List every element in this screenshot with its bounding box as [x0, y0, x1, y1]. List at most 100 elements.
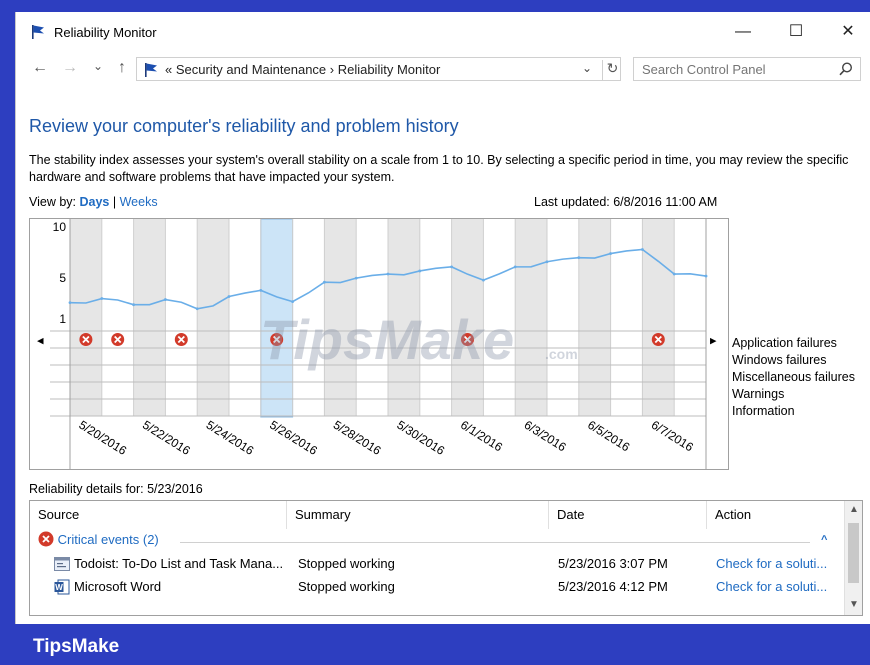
search-icon[interactable] [838, 61, 854, 77]
breadcrumb[interactable]: « Security and Maintenance › Reliability… [165, 62, 440, 77]
back-button[interactable]: ← [30, 59, 50, 77]
chart-column [229, 219, 261, 416]
search-input[interactable] [634, 58, 834, 80]
refresh-button[interactable]: ↻ [602, 60, 622, 80]
scroll-left-arrow[interactable]: ◂ [37, 334, 44, 349]
details-table: Source Summary Date Action Critical even… [29, 500, 863, 616]
flag-icon [145, 63, 157, 77]
date-tick-label: 5/28/2016 [331, 418, 384, 458]
recent-locations-button[interactable]: ⌄ [88, 59, 108, 73]
date-tick-label: 6/7/2016 [649, 418, 696, 455]
window-title: Reliability Monitor [54, 25, 157, 40]
chevron-down-icon[interactable]: ⌄ [582, 61, 592, 75]
search-box [633, 57, 861, 81]
date-tick-label: 5/26/2016 [267, 418, 320, 458]
chart-column [547, 219, 579, 416]
column-header-date[interactable]: Date [549, 501, 707, 529]
date-tick-label: 5/24/2016 [204, 418, 257, 458]
stability-point [259, 288, 263, 292]
column-header-action[interactable]: Action [707, 501, 844, 529]
category-label: Windows failures [732, 353, 827, 367]
date-tick-label: 6/5/2016 [585, 418, 632, 455]
close-button[interactable]: ✕ [833, 20, 863, 44]
chart-column [197, 219, 229, 416]
stability-point [68, 301, 72, 305]
address-row: ← → ⌄ ↑ « Security and Maintenance › Rel… [16, 56, 870, 84]
source-cell: Todoist: To-Do List and Task Mana... [74, 556, 284, 571]
stability-point [100, 297, 104, 300]
reliability-chart[interactable]: 10 5 1 ◂ ▸ TipsMake .com 5/20/2016 5/22/2016 5/24… [29, 218, 729, 470]
chart-column [515, 219, 547, 416]
stability-point [195, 307, 199, 311]
chart-column [101, 219, 134, 416]
maximize-button[interactable]: ☐ [781, 20, 811, 44]
vertical-scrollbar[interactable]: ▲ ▼ [844, 501, 862, 615]
title-bar: Reliability Monitor — ☐ ✕ [16, 12, 870, 52]
column-header-summary[interactable]: Summary [287, 501, 549, 529]
stability-point [672, 272, 676, 276]
category-label: Miscellaneous failures [732, 370, 855, 384]
details-label: Reliability details for: 5/23/2016 [29, 482, 203, 496]
column-header-source[interactable]: Source [30, 501, 287, 529]
stability-point [482, 278, 485, 282]
category-labels: Application failures Windows failures Mi… [732, 335, 855, 420]
forward-button[interactable]: → [60, 59, 80, 77]
date-cell: 5/23/2016 3:07 PM [558, 556, 668, 571]
chart-column [165, 219, 198, 416]
stability-point [513, 265, 517, 269]
last-updated-text: Last updated: 6/8/2016 11:00 AM [534, 195, 718, 209]
minimize-button[interactable]: — [728, 20, 758, 44]
chart-column [70, 219, 102, 416]
stability-point [545, 260, 549, 264]
y-tick-label: 10 [53, 220, 67, 234]
y-tick-label: 5 [59, 271, 66, 285]
scroll-thumb[interactable] [848, 523, 859, 583]
stability-point [450, 265, 453, 269]
collapse-group-button[interactable]: ^ [821, 534, 827, 546]
scroll-right-arrow[interactable]: ▸ [710, 334, 717, 349]
critical-events-group[interactable]: Critical events (2) [38, 531, 159, 547]
view-by-label: View by: [29, 195, 77, 209]
svg-text:W: W [55, 583, 63, 592]
date-tick-label: 5/30/2016 [394, 418, 447, 458]
stability-point [227, 295, 231, 298]
reliability-monitor-window: Reliability Monitor — ☐ ✕ ← → ⌄ ↑ « Secu… [15, 12, 870, 624]
chart-column [674, 219, 706, 416]
address-bar[interactable]: « Security and Maintenance › Reliability… [136, 57, 621, 81]
reliability-chart-svg: 10 5 1 ◂ ▸ TipsMake .com 5/20/2016 5/22/2016 5/24… [37, 218, 717, 469]
page-title: Review your computer's reliability and p… [29, 116, 459, 136]
summary-cell: Stopped working [298, 556, 395, 571]
view-weeks-link[interactable]: Weeks [120, 195, 158, 209]
date-tick-label: 5/20/2016 [76, 418, 129, 458]
group-label: Critical events (2) [57, 532, 159, 547]
scroll-up-icon[interactable]: ▲ [845, 504, 863, 515]
view-by-bar: View by: Days | Weeks [29, 195, 158, 209]
stability-point [641, 248, 644, 251]
error-icon [38, 531, 54, 547]
brand-label: TipsMake [33, 636, 120, 657]
description-text: The stability index assesses your system… [29, 153, 849, 184]
scroll-down-icon[interactable]: ▼ [845, 599, 863, 610]
app-icon [54, 557, 70, 571]
chart-column [642, 219, 675, 416]
stability-point [323, 280, 326, 284]
date-tick-label: 6/1/2016 [458, 418, 505, 455]
chart-column [610, 219, 643, 416]
stability-point [132, 303, 135, 307]
table-row[interactable]: W Microsoft Word Stopped working 5/23/20… [30, 576, 842, 598]
stability-point [609, 252, 612, 255]
category-label: Warnings [732, 387, 785, 401]
group-divider [180, 542, 810, 543]
table-row[interactable]: Todoist: To-Do List and Task Mana... Sto… [30, 553, 842, 575]
watermark-text: TipsMake [260, 308, 514, 371]
date-tick-label: 6/3/2016 [522, 418, 569, 455]
check-solution-link[interactable]: Check for a soluti... [716, 556, 827, 571]
view-days-link[interactable]: Days [80, 195, 110, 209]
up-button[interactable]: ↑ [112, 59, 132, 77]
check-solution-link[interactable]: Check for a soluti... [716, 579, 827, 594]
flag-icon [32, 25, 44, 39]
view-separator: | [112, 195, 117, 209]
stability-point [704, 274, 708, 278]
word-icon: W [54, 579, 70, 595]
y-tick-label: 1 [59, 312, 66, 326]
